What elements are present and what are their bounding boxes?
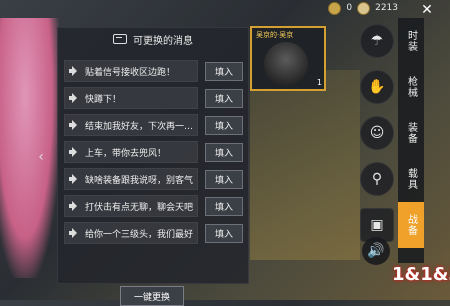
character-card[interactable]: 吴京的·吴京 1 — [250, 26, 326, 91]
message-row: 给你一个三级头，我们最好 填入 — [58, 222, 248, 244]
message-text: 贴着信号接收区边跑！ — [85, 67, 176, 78]
fill-button[interactable]: 填入 — [205, 196, 243, 216]
tab-tactical[interactable]: 战备 — [398, 202, 424, 248]
message-row: 快蹲下！ 填入 — [58, 87, 248, 109]
message-item[interactable]: 给你一个三级头，我们最好 — [64, 222, 198, 244]
replace-all-button[interactable]: 一键更换 — [120, 286, 184, 306]
speaker-icon — [69, 93, 79, 103]
message-text: 缺啥装备跟我说呀，别客气 — [85, 175, 194, 186]
message-item[interactable]: 缺啥装备跟我说呀，别客气 — [64, 168, 198, 190]
watermark-logo: 1&1&3 — [392, 264, 450, 285]
uc-coin-icon — [357, 1, 371, 15]
message-row: 上车，带你去兜风！ 填入 — [58, 141, 248, 163]
uc-amount: 2213 — [375, 3, 398, 13]
fill-button[interactable]: 填入 — [205, 115, 243, 135]
message-text: 结束加我好友，下次再一起玩 — [85, 121, 195, 132]
message-icon — [113, 34, 127, 44]
speaker-icon — [69, 120, 79, 130]
speaker-icon — [69, 201, 79, 211]
speaker-icon — [69, 147, 79, 157]
message-item[interactable]: 上车，带你去兜风！ — [64, 141, 198, 163]
fill-button[interactable]: 填入 — [205, 223, 243, 243]
message-item[interactable]: 快蹲下！ — [64, 87, 198, 109]
close-icon[interactable]: ✕ — [416, 2, 438, 18]
message-item[interactable]: 打伏击有点无聊，聊会天吧 — [64, 195, 198, 217]
panel-title-text: 可更换的消息 — [133, 35, 193, 47]
fill-button[interactable]: 填入 — [205, 88, 243, 108]
bp-coin-icon — [328, 1, 342, 15]
fill-button[interactable]: 填入 — [205, 169, 243, 189]
panel-title: 可更换的消息 — [58, 28, 248, 50]
speaker-icon — [69, 228, 79, 238]
message-text: 快蹲下！ — [85, 94, 122, 105]
message-panel: 可更换的消息 贴着信号接收区边跑！ 填入 快蹲下！ 填入 结束加我好友，下次再一… — [57, 27, 249, 306]
currency-bar: 0 2213 — [328, 0, 398, 16]
message-item[interactable]: 结束加我好友，下次再一起玩 — [64, 114, 198, 136]
tab-weapons[interactable]: 枪械 — [398, 64, 424, 110]
speaker-icon — [69, 66, 79, 76]
message-text: 给你一个三级头，我们最好 — [85, 229, 194, 240]
tab-fashion[interactable]: 时装 — [398, 18, 424, 64]
message-row: 结束加我好友，下次再一起玩 填入 — [58, 114, 248, 136]
character-preview — [0, 18, 60, 278]
avatar — [264, 42, 308, 86]
message-row: 贴着信号接收区边跑！ 填入 — [58, 60, 248, 82]
background-vehicle — [250, 70, 360, 260]
message-item[interactable]: 贴着信号接收区边跑！ — [64, 60, 198, 82]
message-row: 缺啥装备跟我说呀，别客气 填入 — [58, 168, 248, 190]
fill-button[interactable]: 填入 — [205, 142, 243, 162]
message-text: 上车，带你去兜风！ — [85, 148, 167, 159]
fill-button[interactable]: 填入 — [205, 61, 243, 81]
bp-amount: 0 — [346, 3, 353, 13]
card-name: 吴京的·吴京 — [256, 31, 294, 39]
message-text: 打伏击有点无聊，聊会天吧 — [85, 202, 194, 213]
chevron-left-icon[interactable]: ‹ — [34, 150, 48, 164]
emote-icon[interactable]: ☺ — [360, 116, 394, 150]
tab-equipment[interactable]: 装备 — [398, 110, 424, 156]
speaker-icon[interactable]: 🔊 — [362, 237, 390, 265]
gesture-icon[interactable]: ✋ — [360, 70, 394, 104]
speaker-icon — [69, 174, 79, 184]
category-tabs: 时装 枪械 装备 载具 战备 — [398, 18, 424, 263]
tab-vehicles[interactable]: 载具 — [398, 156, 424, 202]
side-icon-strip: ☂ ✋ ☺ ⚲ ▣ — [358, 24, 398, 269]
spray-icon[interactable]: ⚲ — [360, 162, 394, 196]
parachute-icon[interactable]: ☂ — [360, 24, 394, 58]
message-row: 打伏击有点无聊，聊会天吧 填入 — [58, 195, 248, 217]
card-count: 1 — [316, 78, 322, 87]
